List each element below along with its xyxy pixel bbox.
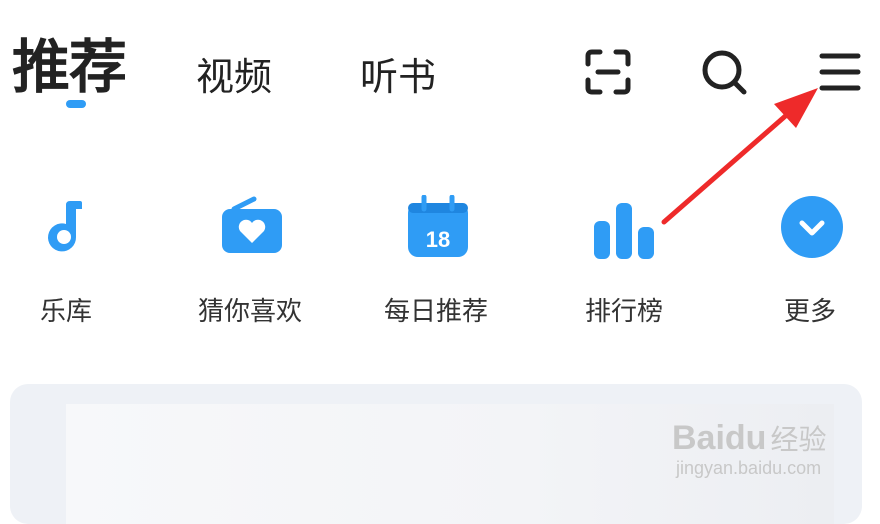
shortcut-label: 更多 bbox=[783, 297, 836, 327]
radio-heart-icon bbox=[220, 195, 284, 259]
scan-icon[interactable] bbox=[578, 42, 638, 102]
menu-icon[interactable] bbox=[810, 42, 870, 102]
music-note-icon bbox=[36, 195, 100, 259]
calendar-icon: 18 bbox=[406, 194, 470, 259]
tab-video[interactable]: 视频 bbox=[196, 46, 272, 101]
shortcut-label: 每日推荐 bbox=[383, 297, 488, 327]
shortcut-label: 排行榜 bbox=[584, 297, 663, 327]
shortcut-label: 猜你喜欢 bbox=[197, 297, 302, 327]
shortcut-rankings[interactable]: 排行榜 bbox=[554, 195, 694, 327]
shortcut-daily-picks[interactable]: 18 每日推荐 bbox=[366, 194, 506, 327]
active-tab-indicator bbox=[66, 100, 86, 108]
shortcut-music-library[interactable]: 乐库 bbox=[0, 195, 136, 327]
search-icon[interactable] bbox=[694, 42, 754, 102]
shortcut-guess-you-like[interactable]: 猜你喜欢 bbox=[180, 195, 320, 327]
shortcut-more[interactable]: 更多 bbox=[740, 195, 880, 327]
shortcut-label: 乐库 bbox=[39, 297, 92, 327]
tab-recommend[interactable]: 推荐 bbox=[12, 20, 127, 104]
tab-audiobook[interactable]: 听书 bbox=[360, 46, 436, 101]
watermark-logo: Baidu 经验 bbox=[672, 419, 827, 457]
chevron-down-icon bbox=[780, 195, 844, 259]
bar-chart-icon bbox=[594, 195, 658, 259]
calendar-date-badge: 18 bbox=[426, 227, 450, 252]
watermark-url: jingyan.baidu.com bbox=[676, 458, 822, 478]
